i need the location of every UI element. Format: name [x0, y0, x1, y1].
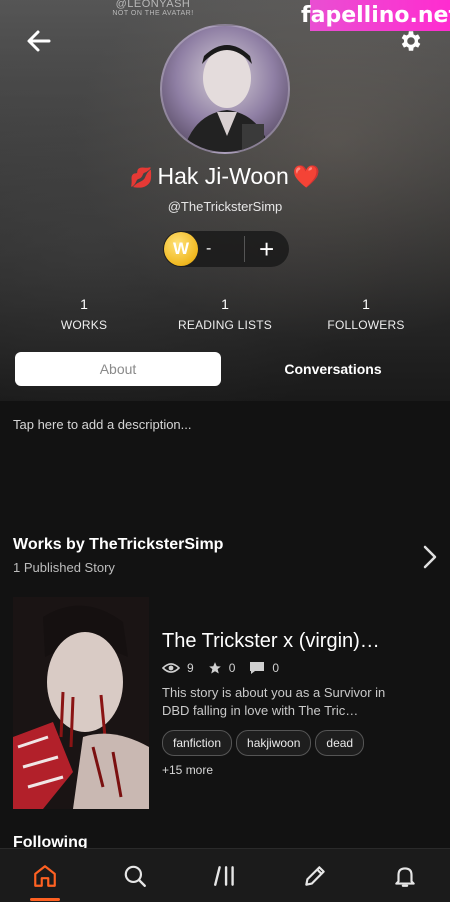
home-icon	[34, 864, 56, 887]
story-cover[interactable]	[13, 597, 149, 809]
search-icon	[124, 865, 146, 887]
tag-hakjiwoon[interactable]: hakjiwoon	[236, 730, 312, 756]
coin-balance[interactable]: W - +	[163, 231, 289, 267]
votes-count: 0	[228, 661, 236, 675]
stat-number: 1	[362, 296, 370, 312]
story-title[interactable]: The Trickster x (virgin)…	[162, 630, 392, 653]
avatar-image	[183, 45, 271, 152]
tab-conversations[interactable]: Conversations	[230, 352, 436, 386]
eye-icon	[162, 663, 180, 673]
brand-watermark: fapellino.net	[301, 0, 450, 31]
bottom-navigation	[0, 848, 450, 902]
stat-number: 1	[80, 296, 88, 312]
coin-value: -	[206, 240, 212, 257]
stat-label: WORKS	[60, 318, 108, 332]
settings-button[interactable]	[398, 28, 424, 54]
bell-icon	[395, 866, 415, 887]
back-button[interactable]	[24, 26, 54, 56]
story-tags: fanfiction hakjiwoon dead	[162, 730, 368, 756]
nav-write[interactable]	[290, 849, 340, 902]
comments-stat: 0	[249, 661, 279, 675]
story-description: This story is about you as a Survivor in…	[162, 685, 386, 718]
works-section-title[interactable]: Works by TheTricksterSimp	[13, 536, 223, 554]
works-see-all-button[interactable]	[420, 543, 440, 571]
watermark-text: @LEONYASH NOT ON THE AVATAR!	[98, 0, 208, 18]
comments-count: 0	[272, 661, 280, 675]
tag-fanfiction[interactable]: fanfiction	[162, 730, 233, 756]
watermark-line-1: @LEONYASH	[115, 0, 191, 10]
stat-label: FOLLOWERS	[327, 318, 405, 332]
nav-library[interactable]	[200, 849, 250, 902]
tab-about[interactable]: About	[15, 352, 221, 386]
coin-icon: W	[164, 232, 198, 266]
stat-reading-lists[interactable]: 1 READING LISTS	[170, 296, 280, 332]
add-coins-button[interactable]: +	[259, 236, 274, 262]
nav-notifications[interactable]	[380, 849, 430, 902]
library-icon	[214, 865, 234, 886]
profile-handle: @TheTricksterSimp	[167, 199, 283, 214]
avatar[interactable]	[160, 24, 290, 154]
profile-tabs: About Conversations	[15, 352, 435, 386]
display-name: Hak Ji-Woon	[157, 163, 289, 189]
reads-stat: 9	[162, 661, 194, 675]
pencil-icon	[305, 865, 325, 886]
votes-stat: 0	[208, 661, 236, 675]
add-description-prompt[interactable]: Tap here to add a description...	[13, 417, 192, 432]
stat-followers[interactable]: 1 FOLLOWERS	[326, 296, 406, 332]
comment-icon	[250, 662, 265, 674]
chevron-right-icon	[423, 545, 437, 569]
nav-home[interactable]	[20, 849, 70, 902]
nav-search[interactable]	[110, 849, 160, 902]
works-count: 1 Published Story	[13, 560, 115, 575]
coin-divider	[244, 236, 245, 262]
story-stats: 9 0 0	[162, 661, 293, 675]
stat-number: 1	[221, 296, 229, 312]
more-tags-link[interactable]: +15 more	[162, 763, 213, 777]
stat-label: READING LISTS	[178, 318, 272, 332]
reads-count: 9	[187, 661, 194, 675]
tag-dead[interactable]: dead	[315, 730, 365, 756]
stat-works[interactable]: 1 WORKS	[48, 296, 120, 332]
story-cover-image	[13, 597, 149, 809]
star-icon	[208, 662, 221, 674]
profile-name: 💋 Hak Ji-Woon ❤️	[0, 163, 450, 190]
following-section-title[interactable]: Following	[13, 834, 88, 848]
watermark-line-2: NOT ON THE AVATAR!	[112, 10, 194, 17]
gear-icon	[401, 31, 421, 51]
heart-emoji: ❤️	[292, 164, 321, 189]
lips-emoji: 💋	[129, 168, 154, 189]
arrow-left-icon	[27, 30, 51, 52]
